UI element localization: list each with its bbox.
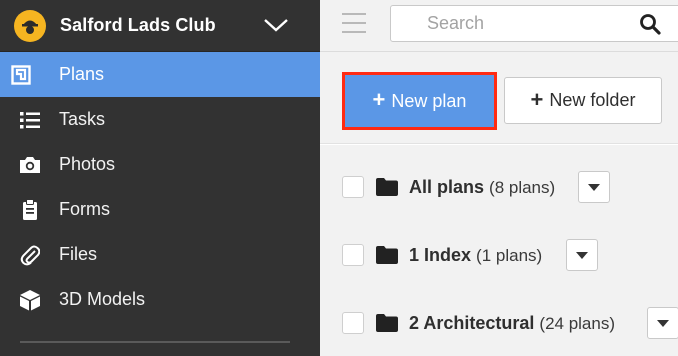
caret-down-icon <box>657 319 669 327</box>
sidebar-item-files[interactable]: Files <box>0 232 320 277</box>
new-folder-button[interactable]: + New folder <box>504 77 662 124</box>
folder-options-dropdown[interactable] <box>647 307 678 339</box>
plan-count: (24 plans) <box>539 313 616 333</box>
sidebar-item-label: Files <box>59 244 98 264</box>
chevron-down-icon[interactable] <box>263 14 289 36</box>
sidebar-item-photos[interactable]: Photos <box>0 142 320 187</box>
plan-count: (1 plans) <box>476 245 543 265</box>
sidebar-item-label: 3D Models <box>59 289 146 309</box>
sidebar-nav: Plans Tasks Photos Forms Files 3D Models <box>0 52 320 322</box>
sidebar-item-label: Tasks <box>59 109 106 129</box>
project-switcher[interactable]: Salford Lads Club <box>0 0 320 52</box>
top-bar <box>320 0 678 52</box>
cube-icon <box>18 288 42 312</box>
new-plan-button[interactable]: + New plan <box>342 72 497 130</box>
sidebar-item-plans[interactable]: Plans <box>0 52 320 97</box>
project-name: Salford Lads Club <box>60 15 216 35</box>
search-icon[interactable] <box>639 13 661 35</box>
camera-icon <box>18 153 42 177</box>
folder-icon <box>376 314 398 332</box>
caret-down-icon <box>588 183 600 191</box>
menu-icon[interactable] <box>342 13 366 35</box>
plans-icon <box>0 63 42 87</box>
club-logo-icon <box>14 9 46 42</box>
plan-folder-title: All plans (8 plans) <box>409 177 555 198</box>
caret-down-icon <box>576 251 588 259</box>
clipboard-icon <box>18 198 42 222</box>
sidebar: Salford Lads Club Plans Tasks Photos For… <box>0 0 320 356</box>
plan-folder-name: 2 Architectural <box>409 312 535 333</box>
search-input[interactable] <box>391 13 631 34</box>
sidebar-item-3d-models[interactable]: 3D Models <box>0 277 320 322</box>
sidebar-item-label: Plans <box>59 64 105 84</box>
list-icon <box>18 108 42 132</box>
action-bar: + New plan + New folder <box>320 52 678 144</box>
folder-options-dropdown[interactable] <box>578 171 610 203</box>
sidebar-divider <box>20 341 290 343</box>
new-folder-label: New folder <box>549 90 636 110</box>
sidebar-item-label: Forms <box>59 199 110 219</box>
plus-icon: + <box>530 86 544 112</box>
sidebar-item-tasks[interactable]: Tasks <box>0 97 320 142</box>
new-plan-label: New plan <box>391 90 467 111</box>
plan-count: (8 plans) <box>489 177 556 197</box>
sidebar-item-label: Photos <box>59 154 116 174</box>
row-checkbox[interactable] <box>342 312 364 334</box>
row-checkbox[interactable] <box>342 176 364 198</box>
plan-folder-list: All plans (8 plans) 1 Index (1 plans) 2 … <box>320 145 678 356</box>
folder-icon <box>376 246 398 264</box>
plan-folder-name: All plans <box>409 176 485 197</box>
plan-folder-name: 1 Index <box>409 244 472 265</box>
plus-icon: + <box>372 87 386 112</box>
sidebar-item-forms[interactable]: Forms <box>0 187 320 232</box>
folder-options-dropdown[interactable] <box>566 239 598 271</box>
plan-folder-title: 2 Architectural (24 plans) <box>409 313 615 334</box>
plan-folder-title: 1 Index (1 plans) <box>409 245 542 266</box>
row-checkbox[interactable] <box>342 244 364 266</box>
search-box <box>390 5 678 42</box>
paperclip-icon <box>18 243 42 267</box>
folder-icon <box>376 178 398 196</box>
